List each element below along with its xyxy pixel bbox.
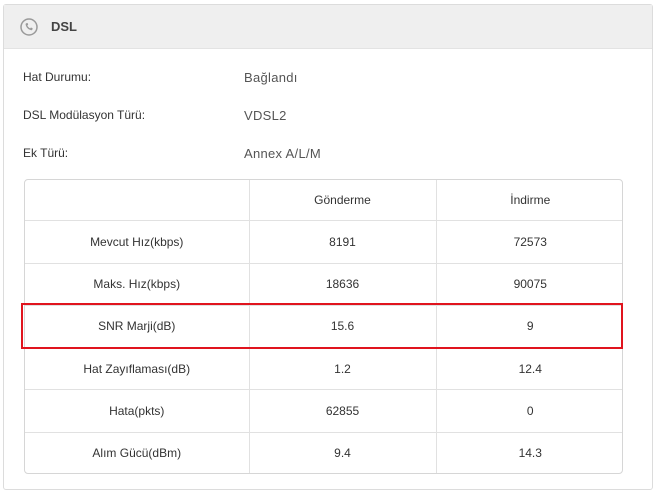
table-row: Hata(pkts) 62855 0: [25, 389, 622, 433]
table-row: SNR Marji(dB) 15.6 9: [25, 305, 622, 349]
upload-value: 8191: [249, 220, 437, 264]
table-row: Alım Gücü(dBm) 9.4 14.3: [25, 432, 622, 473]
panel-header: DSL: [4, 5, 652, 49]
table-row: Mevcut Hız(kbps) 8191 72573: [25, 220, 622, 264]
download-value: 72573: [436, 220, 622, 264]
modulation-type-value: VDSL2: [244, 108, 287, 123]
table-header-row: Gönderme İndirme: [25, 180, 622, 222]
download-value: 0: [436, 389, 622, 433]
table-header-download: İndirme: [436, 180, 622, 222]
download-value: 14.3: [518, 445, 542, 460]
row-label: Alım Gücü(dBm): [25, 432, 250, 473]
row-label: Maks. Hız(kbps): [25, 263, 250, 306]
row-label: Hata(pkts): [25, 389, 250, 433]
upload-value: 9.4: [249, 432, 437, 473]
upload-value: 15.6: [249, 305, 437, 349]
row-label: Mevcut Hız(kbps): [25, 220, 250, 264]
table-row: Maks. Hız(kbps) 18636 90075: [25, 263, 622, 306]
download-value: 9: [436, 305, 622, 349]
line-status-label: Hat Durumu:: [23, 70, 92, 84]
panel-title: DSL: [51, 19, 77, 34]
dsl-panel: DSL Hat Durumu: Bağlandı DSL Modülasyon …: [3, 4, 653, 490]
dsl-stats-table: Gönderme İndirme Mevcut Hız(kbps) 8191 7…: [24, 179, 623, 474]
phone-icon: [20, 17, 38, 36]
modulation-type-label: DSL Modülasyon Türü:: [23, 108, 146, 122]
table-header-upload: Gönderme: [249, 180, 437, 222]
upload-value: 62855: [249, 389, 437, 433]
row-label: Hat Zayıflaması(dB): [25, 347, 250, 391]
annex-type-value: Annex A/L/M: [244, 146, 322, 161]
download-value: 90075: [436, 263, 622, 306]
annex-type-label: Ek Türü:: [23, 146, 69, 160]
table-row: Hat Zayıflaması(dB) 1.2 12.4: [25, 347, 622, 391]
row-label: SNR Marji(dB): [25, 305, 250, 349]
line-status-value: Bağlandı: [244, 70, 298, 85]
download-value: 12.4: [436, 347, 622, 391]
table-header-cell: [25, 180, 250, 222]
upload-value: 18636: [249, 263, 437, 306]
upload-value: 1.2: [249, 347, 437, 391]
